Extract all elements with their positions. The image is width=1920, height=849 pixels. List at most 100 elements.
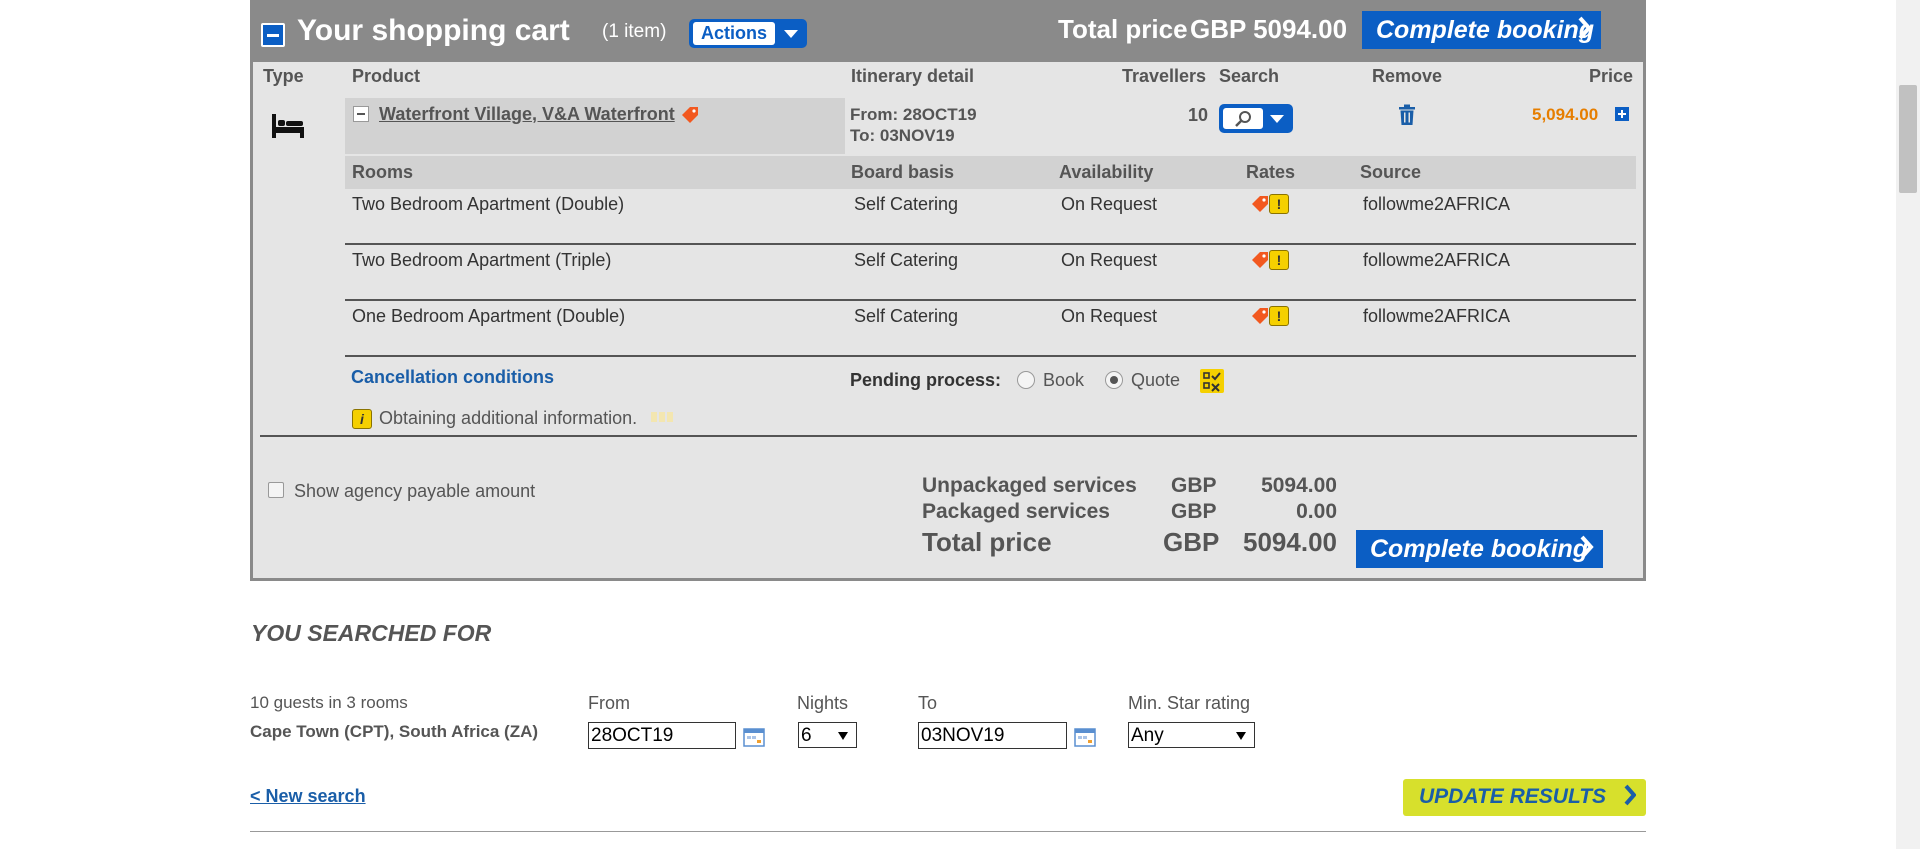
update-results-label: UPDATE RESULTS bbox=[1419, 785, 1607, 808]
column-price: Price bbox=[1589, 66, 1634, 86]
room-source: followme2AFRICA bbox=[1363, 250, 1511, 270]
column-itinerary: Itinerary detail bbox=[851, 66, 975, 86]
product-name-link[interactable]: Waterfront Village, V&A Waterfront bbox=[379, 104, 675, 125]
column-search: Search bbox=[1219, 66, 1280, 86]
column-type: Type bbox=[263, 66, 304, 86]
minus-square-icon[interactable] bbox=[261, 23, 285, 47]
price-tag-icon[interactable] bbox=[1251, 307, 1269, 325]
agency-payable-checkbox[interactable] bbox=[268, 482, 284, 498]
room-source: followme2AFRICA bbox=[1363, 306, 1511, 326]
price-tag-icon[interactable] bbox=[1251, 251, 1269, 269]
caret-down-icon bbox=[1236, 732, 1246, 740]
warning-icon[interactable]: ! bbox=[1269, 250, 1289, 270]
info-message: Obtaining additional information. bbox=[379, 408, 638, 428]
column-remove: Remove bbox=[1372, 66, 1443, 86]
nights-select[interactable]: 6 bbox=[798, 722, 857, 748]
caret-down-icon bbox=[1270, 115, 1284, 123]
warning-icon[interactable]: ! bbox=[1269, 306, 1289, 326]
from-date-input[interactable] bbox=[588, 722, 736, 749]
calendar-icon[interactable] bbox=[1074, 727, 1096, 747]
search-section-title: YOU SEARCHED FOR bbox=[251, 620, 492, 646]
summary-total-currency: GBP bbox=[1163, 527, 1220, 557]
header-total-value: GBP 5094.00 bbox=[1190, 14, 1348, 44]
room-availability: On Request bbox=[1061, 194, 1158, 214]
room-row: Two Bedroom Apartment (Double) Self Cate… bbox=[345, 189, 1636, 245]
caret-down-icon bbox=[838, 732, 848, 740]
search-dropdown-button[interactable] bbox=[1219, 104, 1293, 133]
caret-down-icon bbox=[784, 30, 798, 38]
nights-label: Nights bbox=[797, 693, 849, 713]
room-availability: On Request bbox=[1061, 306, 1158, 326]
trash-icon[interactable] bbox=[1397, 104, 1417, 126]
radio-book-label[interactable]: Book bbox=[1043, 370, 1084, 391]
room-availability: On Request bbox=[1061, 250, 1158, 270]
star-rating-select[interactable]: Any bbox=[1128, 722, 1255, 748]
cart-title: Your shopping cart bbox=[297, 14, 570, 47]
plus-square-icon[interactable] bbox=[1615, 107, 1629, 121]
radio-book[interactable] bbox=[1017, 371, 1035, 389]
to-label: To bbox=[918, 693, 938, 713]
room-board: Self Catering bbox=[854, 306, 959, 326]
rooms-col-rooms: Rooms bbox=[352, 162, 414, 182]
room-board: Self Catering bbox=[854, 250, 959, 270]
checklist-icon[interactable] bbox=[1200, 369, 1224, 393]
cart-header: Your shopping cart (1 item) Actions Tota… bbox=[253, 0, 1643, 62]
rooms-header-row: Rooms Board basis Availability Rates Sou… bbox=[345, 156, 1636, 189]
packaged-value: 0.00 bbox=[1296, 500, 1337, 523]
radio-quote-label[interactable]: Quote bbox=[1131, 370, 1180, 391]
to-date-input[interactable] bbox=[918, 722, 1067, 749]
unpackaged-currency: GBP bbox=[1171, 474, 1217, 497]
summary-total-value: 5094.00 bbox=[1243, 527, 1337, 557]
cancellation-conditions-link[interactable]: Cancellation conditions bbox=[351, 367, 554, 388]
calendar-icon[interactable] bbox=[743, 727, 765, 747]
bed-icon bbox=[270, 110, 306, 140]
page-divider bbox=[250, 831, 1646, 832]
rooms-col-rates: Rates bbox=[1246, 162, 1296, 182]
room-name: One Bedroom Apartment (Double) bbox=[352, 306, 626, 326]
complete-booking-button-top[interactable]: Complete booking bbox=[1362, 11, 1601, 49]
header-total-label: Total price bbox=[1058, 14, 1188, 44]
radio-quote[interactable] bbox=[1105, 371, 1123, 389]
travellers-count: 10 bbox=[1188, 105, 1209, 125]
summary-total-label: Total price bbox=[922, 527, 1052, 557]
price-tag-icon bbox=[681, 106, 699, 124]
warning-icon[interactable]: ! bbox=[1269, 194, 1289, 214]
price-tag-icon[interactable] bbox=[1251, 195, 1269, 213]
column-travellers: Travellers bbox=[1122, 66, 1207, 86]
column-product: Product bbox=[352, 66, 421, 86]
rooms-col-source: Source bbox=[1360, 162, 1422, 182]
star-rating-value: Any bbox=[1131, 725, 1164, 746]
collapse-item-icon[interactable] bbox=[353, 106, 369, 122]
chevron-right-icon bbox=[1580, 534, 1594, 567]
actions-label: Actions bbox=[693, 22, 775, 45]
room-board: Self Catering bbox=[854, 194, 959, 214]
section-divider bbox=[260, 435, 1637, 437]
actions-dropdown[interactable]: Actions bbox=[689, 19, 807, 48]
itinerary-to: To: 03NOV19 bbox=[850, 126, 955, 145]
agency-payable-label[interactable]: Show agency payable amount bbox=[294, 481, 535, 502]
chevron-right-icon bbox=[1624, 783, 1637, 813]
cart-item-count: (1 item) bbox=[602, 21, 667, 42]
packaged-currency: GBP bbox=[1171, 500, 1217, 523]
rooms-col-availability: Availability bbox=[1059, 162, 1154, 182]
loading-indicator bbox=[651, 412, 677, 422]
new-search-link[interactable]: < New search bbox=[250, 786, 366, 807]
packaged-label: Packaged services bbox=[922, 500, 1110, 523]
item-price: 5,094.00 bbox=[1532, 105, 1599, 124]
magnifier-icon bbox=[1223, 108, 1263, 129]
unpackaged-value: 5094.00 bbox=[1261, 474, 1337, 497]
shopping-cart-panel: Your shopping cart (1 item) Actions Tota… bbox=[250, 0, 1646, 581]
itinerary-from: From: 28OCT19 bbox=[850, 105, 977, 124]
room-name: Two Bedroom Apartment (Triple) bbox=[352, 250, 612, 270]
room-source: followme2AFRICA bbox=[1363, 194, 1511, 214]
chevron-right-icon bbox=[1578, 15, 1592, 48]
complete-booking-label: Complete booking bbox=[1376, 16, 1595, 44]
room-row: One Bedroom Apartment (Double) Self Cate… bbox=[345, 301, 1636, 357]
update-results-button[interactable]: UPDATE RESULTS bbox=[1403, 779, 1646, 816]
unpackaged-label: Unpackaged services bbox=[922, 474, 1137, 497]
star-rating-label: Min. Star rating bbox=[1128, 693, 1251, 713]
complete-booking-button-bottom[interactable]: Complete booking bbox=[1356, 530, 1603, 568]
complete-booking-label: Complete booking bbox=[1370, 535, 1589, 563]
pending-process-label: Pending process: bbox=[850, 370, 1002, 390]
scrollbar-thumb[interactable] bbox=[1899, 85, 1917, 193]
